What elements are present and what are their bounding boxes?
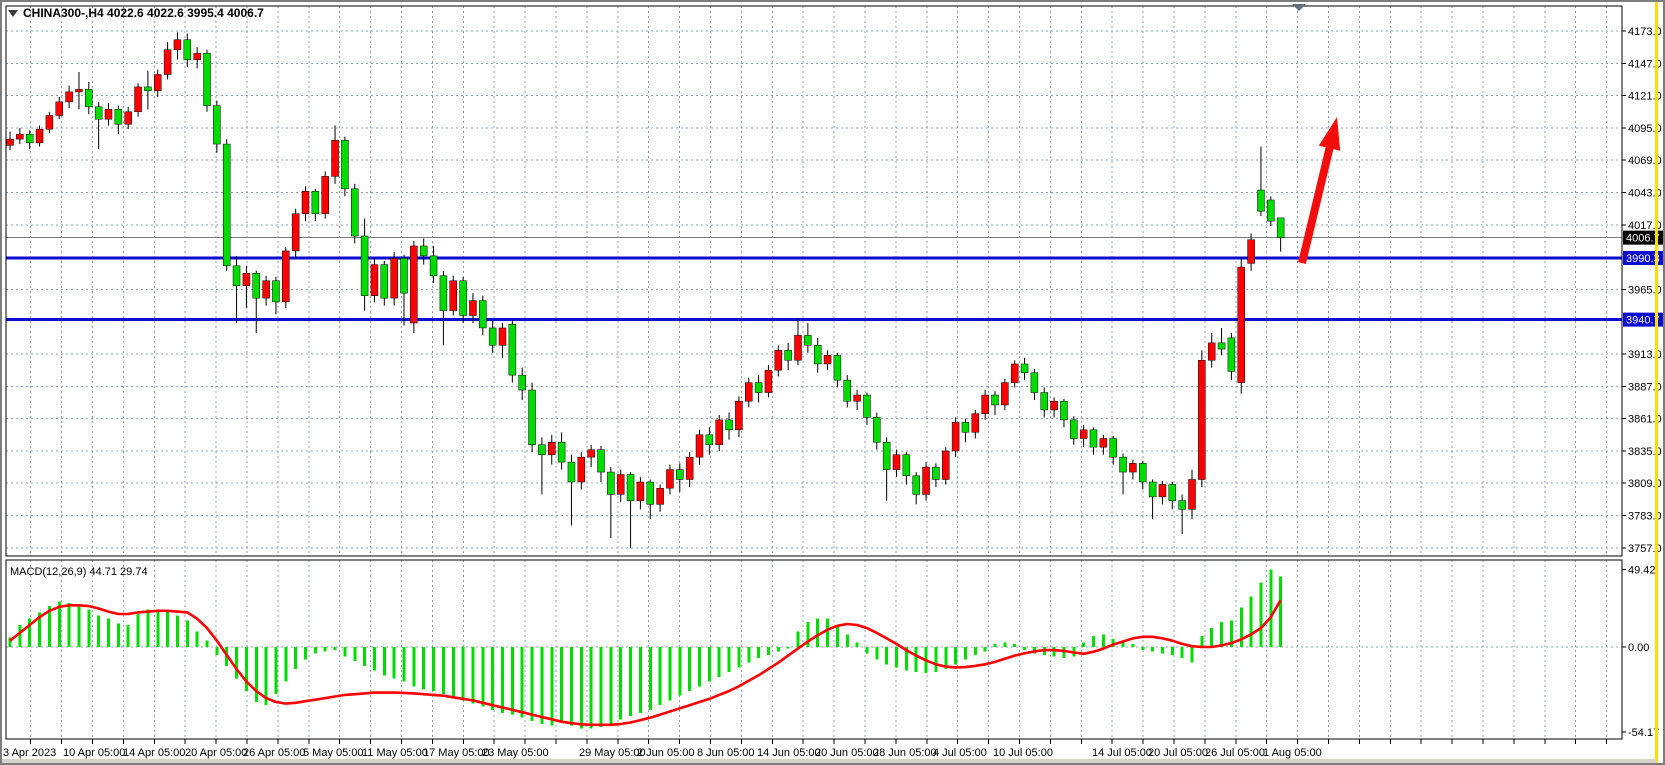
svg-text:3940.7: 3940.7: [1626, 315, 1660, 327]
chart-background: [0, 0, 1665, 765]
svg-text:11 May 05:00: 11 May 05:00: [362, 747, 428, 759]
svg-text:29 May 05:00: 29 May 05:00: [579, 747, 646, 759]
svg-text:-54.17: -54.17: [1628, 727, 1659, 739]
candlestick-chart[interactable]: 4173.04147.04121.04095.04069.04043.04017…: [0, 0, 1665, 765]
svg-text:26 Apr 05:00: 26 Apr 05:00: [243, 747, 305, 759]
svg-text:49.42: 49.42: [1628, 564, 1656, 576]
svg-text:28 Jun 05:00: 28 Jun 05:00: [873, 747, 937, 759]
svg-text:5 May 05:00: 5 May 05:00: [303, 747, 364, 759]
bottom-strip: [2, 759, 1656, 763]
svg-text:0.00: 0.00: [1628, 642, 1649, 654]
svg-text:8 Jun 05:00: 8 Jun 05:00: [697, 747, 755, 759]
symbol-dropdown-icon: [8, 10, 18, 17]
svg-text:4 Jul 05:00: 4 Jul 05:00: [933, 747, 987, 759]
svg-text:14 Jun 05:00: 14 Jun 05:00: [757, 747, 821, 759]
svg-text:10 Apr 05:00: 10 Apr 05:00: [63, 747, 125, 759]
svg-text:20 Jun 05:00: 20 Jun 05:00: [815, 747, 879, 759]
chart-title-text: CHINA300-,H4 4022.6 4022.6 3995.4 4006.7: [23, 6, 264, 20]
svg-text:10 Jul 05:00: 10 Jul 05:00: [993, 747, 1053, 759]
svg-text:3990.3: 3990.3: [1626, 253, 1660, 265]
svg-text:26 Jul 05:00: 26 Jul 05:00: [1205, 747, 1265, 759]
chart-window: 4173.04147.04121.04095.04069.04043.04017…: [0, 0, 1665, 765]
svg-text:4006.7: 4006.7: [1626, 233, 1660, 245]
svg-text:20 Apr 05:00: 20 Apr 05:00: [185, 747, 247, 759]
chart-title: CHINA300-,H4 4022.6 4022.6 3995.4 4006.7: [8, 6, 264, 20]
svg-text:14 Apr 05:00: 14 Apr 05:00: [123, 747, 185, 759]
svg-text:2 Jun 05:00: 2 Jun 05:00: [637, 747, 695, 759]
macd-indicator-label: MACD(12,26,9) 44.71 29.74: [10, 566, 148, 578]
yellow-edge-line: [1655, 0, 1658, 765]
svg-text:23 May 05:00: 23 May 05:00: [482, 747, 549, 759]
svg-text:17 May 05:00: 17 May 05:00: [423, 747, 490, 759]
svg-text:3 Apr 2023: 3 Apr 2023: [3, 747, 56, 759]
svg-text:1 Aug 05:00: 1 Aug 05:00: [1263, 747, 1322, 759]
svg-text:14 Jul 05:00: 14 Jul 05:00: [1092, 747, 1152, 759]
svg-text:20 Jul 05:00: 20 Jul 05:00: [1148, 747, 1208, 759]
